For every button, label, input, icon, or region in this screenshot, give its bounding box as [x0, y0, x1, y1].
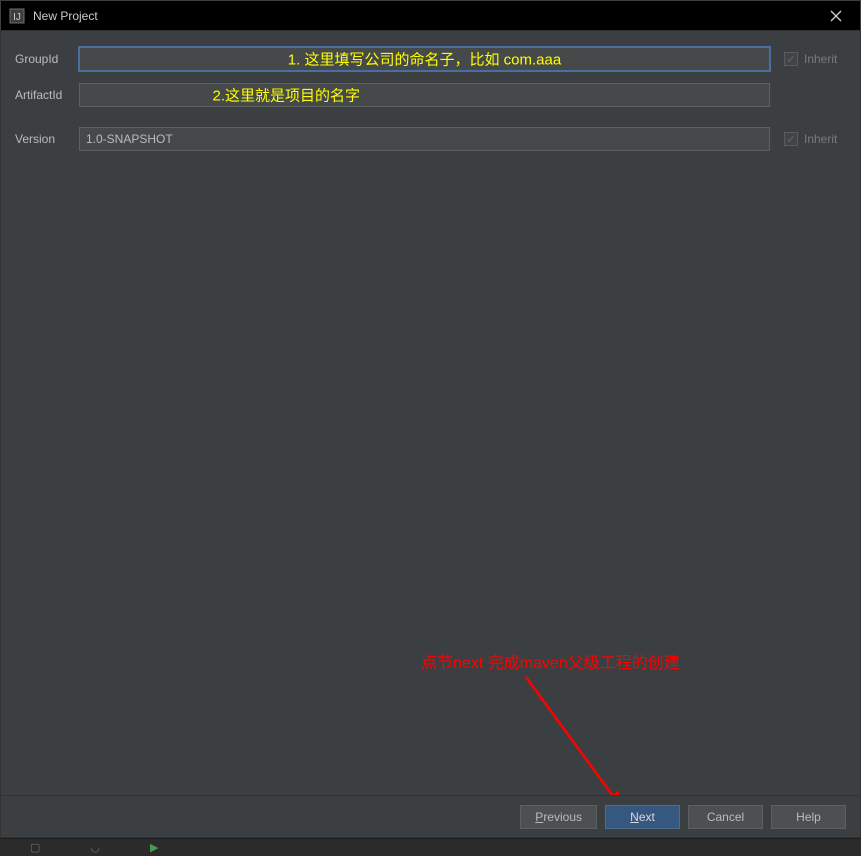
- groupid-inherit-group: ✓ Inherit: [784, 52, 846, 66]
- groupid-input[interactable]: [79, 47, 770, 71]
- artifactid-input[interactable]: [79, 83, 770, 107]
- button-bar: Previous Next Cancel Help: [1, 795, 860, 837]
- version-input[interactable]: [79, 127, 770, 151]
- cancel-button[interactable]: Cancel: [688, 805, 763, 829]
- help-button[interactable]: Help: [771, 805, 846, 829]
- groupid-label: GroupId: [15, 52, 79, 66]
- close-button[interactable]: [816, 2, 856, 30]
- previous-button[interactable]: Previous: [520, 805, 597, 829]
- next-hint-annotation: 点节next 完成maven父级工程的创建: [421, 649, 680, 673]
- content-area: GroupId 1. 这里填写公司的命名子，比如 com.aaa ✓ Inher…: [0, 30, 861, 838]
- version-inherit-group: ✓ Inherit: [784, 132, 846, 146]
- app-icon: IJ: [9, 8, 25, 24]
- groupid-row: GroupId 1. 这里填写公司的命名子，比如 com.aaa ✓ Inher…: [15, 47, 846, 71]
- ide-statusbar: ▢ ◡ ▶: [0, 838, 861, 856]
- groupid-inherit-checkbox: ✓: [784, 52, 798, 66]
- svg-text:IJ: IJ: [13, 12, 21, 23]
- statusbar-icon-1: ▢: [30, 841, 40, 854]
- groupid-inherit-label: Inherit: [804, 52, 837, 66]
- window-title: New Project: [33, 9, 816, 23]
- statusbar-icon-3: ▶: [150, 841, 158, 854]
- version-inherit-checkbox: ✓: [784, 132, 798, 146]
- version-label: Version: [15, 132, 79, 146]
- artifactid-row: ArtifactId 2.这里就是项目的名字: [15, 83, 846, 107]
- version-row: Version ✓ Inherit: [15, 127, 846, 151]
- artifactid-label: ArtifactId: [15, 88, 79, 102]
- next-button[interactable]: Next: [605, 805, 680, 829]
- version-inherit-label: Inherit: [804, 132, 837, 146]
- statusbar-icon-2: ◡: [90, 841, 100, 854]
- titlebar: IJ New Project: [0, 0, 861, 30]
